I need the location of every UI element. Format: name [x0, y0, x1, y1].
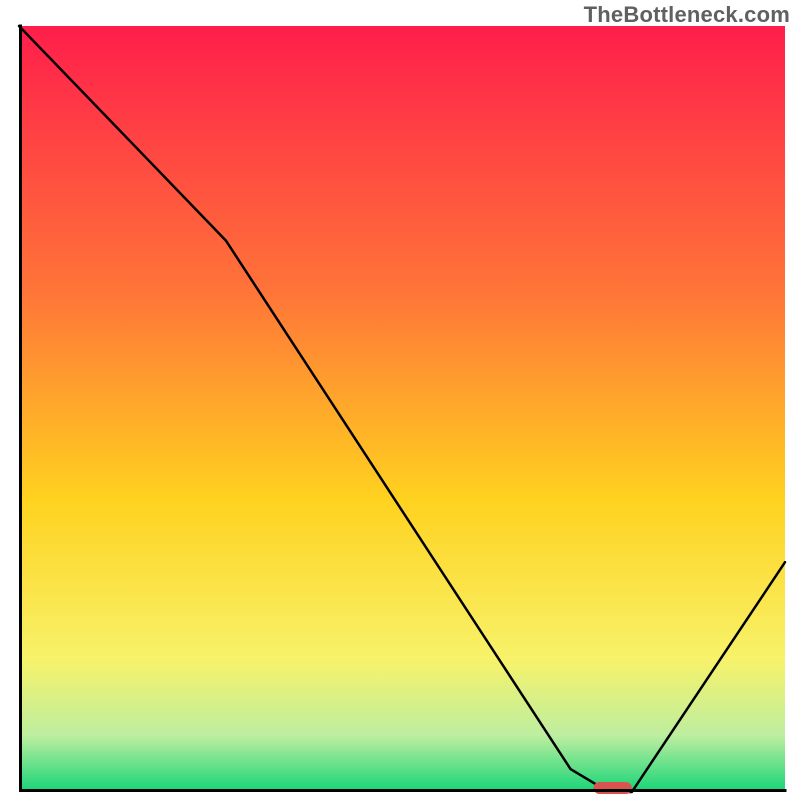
bottleneck-chart: [17, 24, 787, 794]
chart-container: TheBottleneck.com: [0, 0, 800, 800]
chart-svg: [17, 24, 787, 794]
